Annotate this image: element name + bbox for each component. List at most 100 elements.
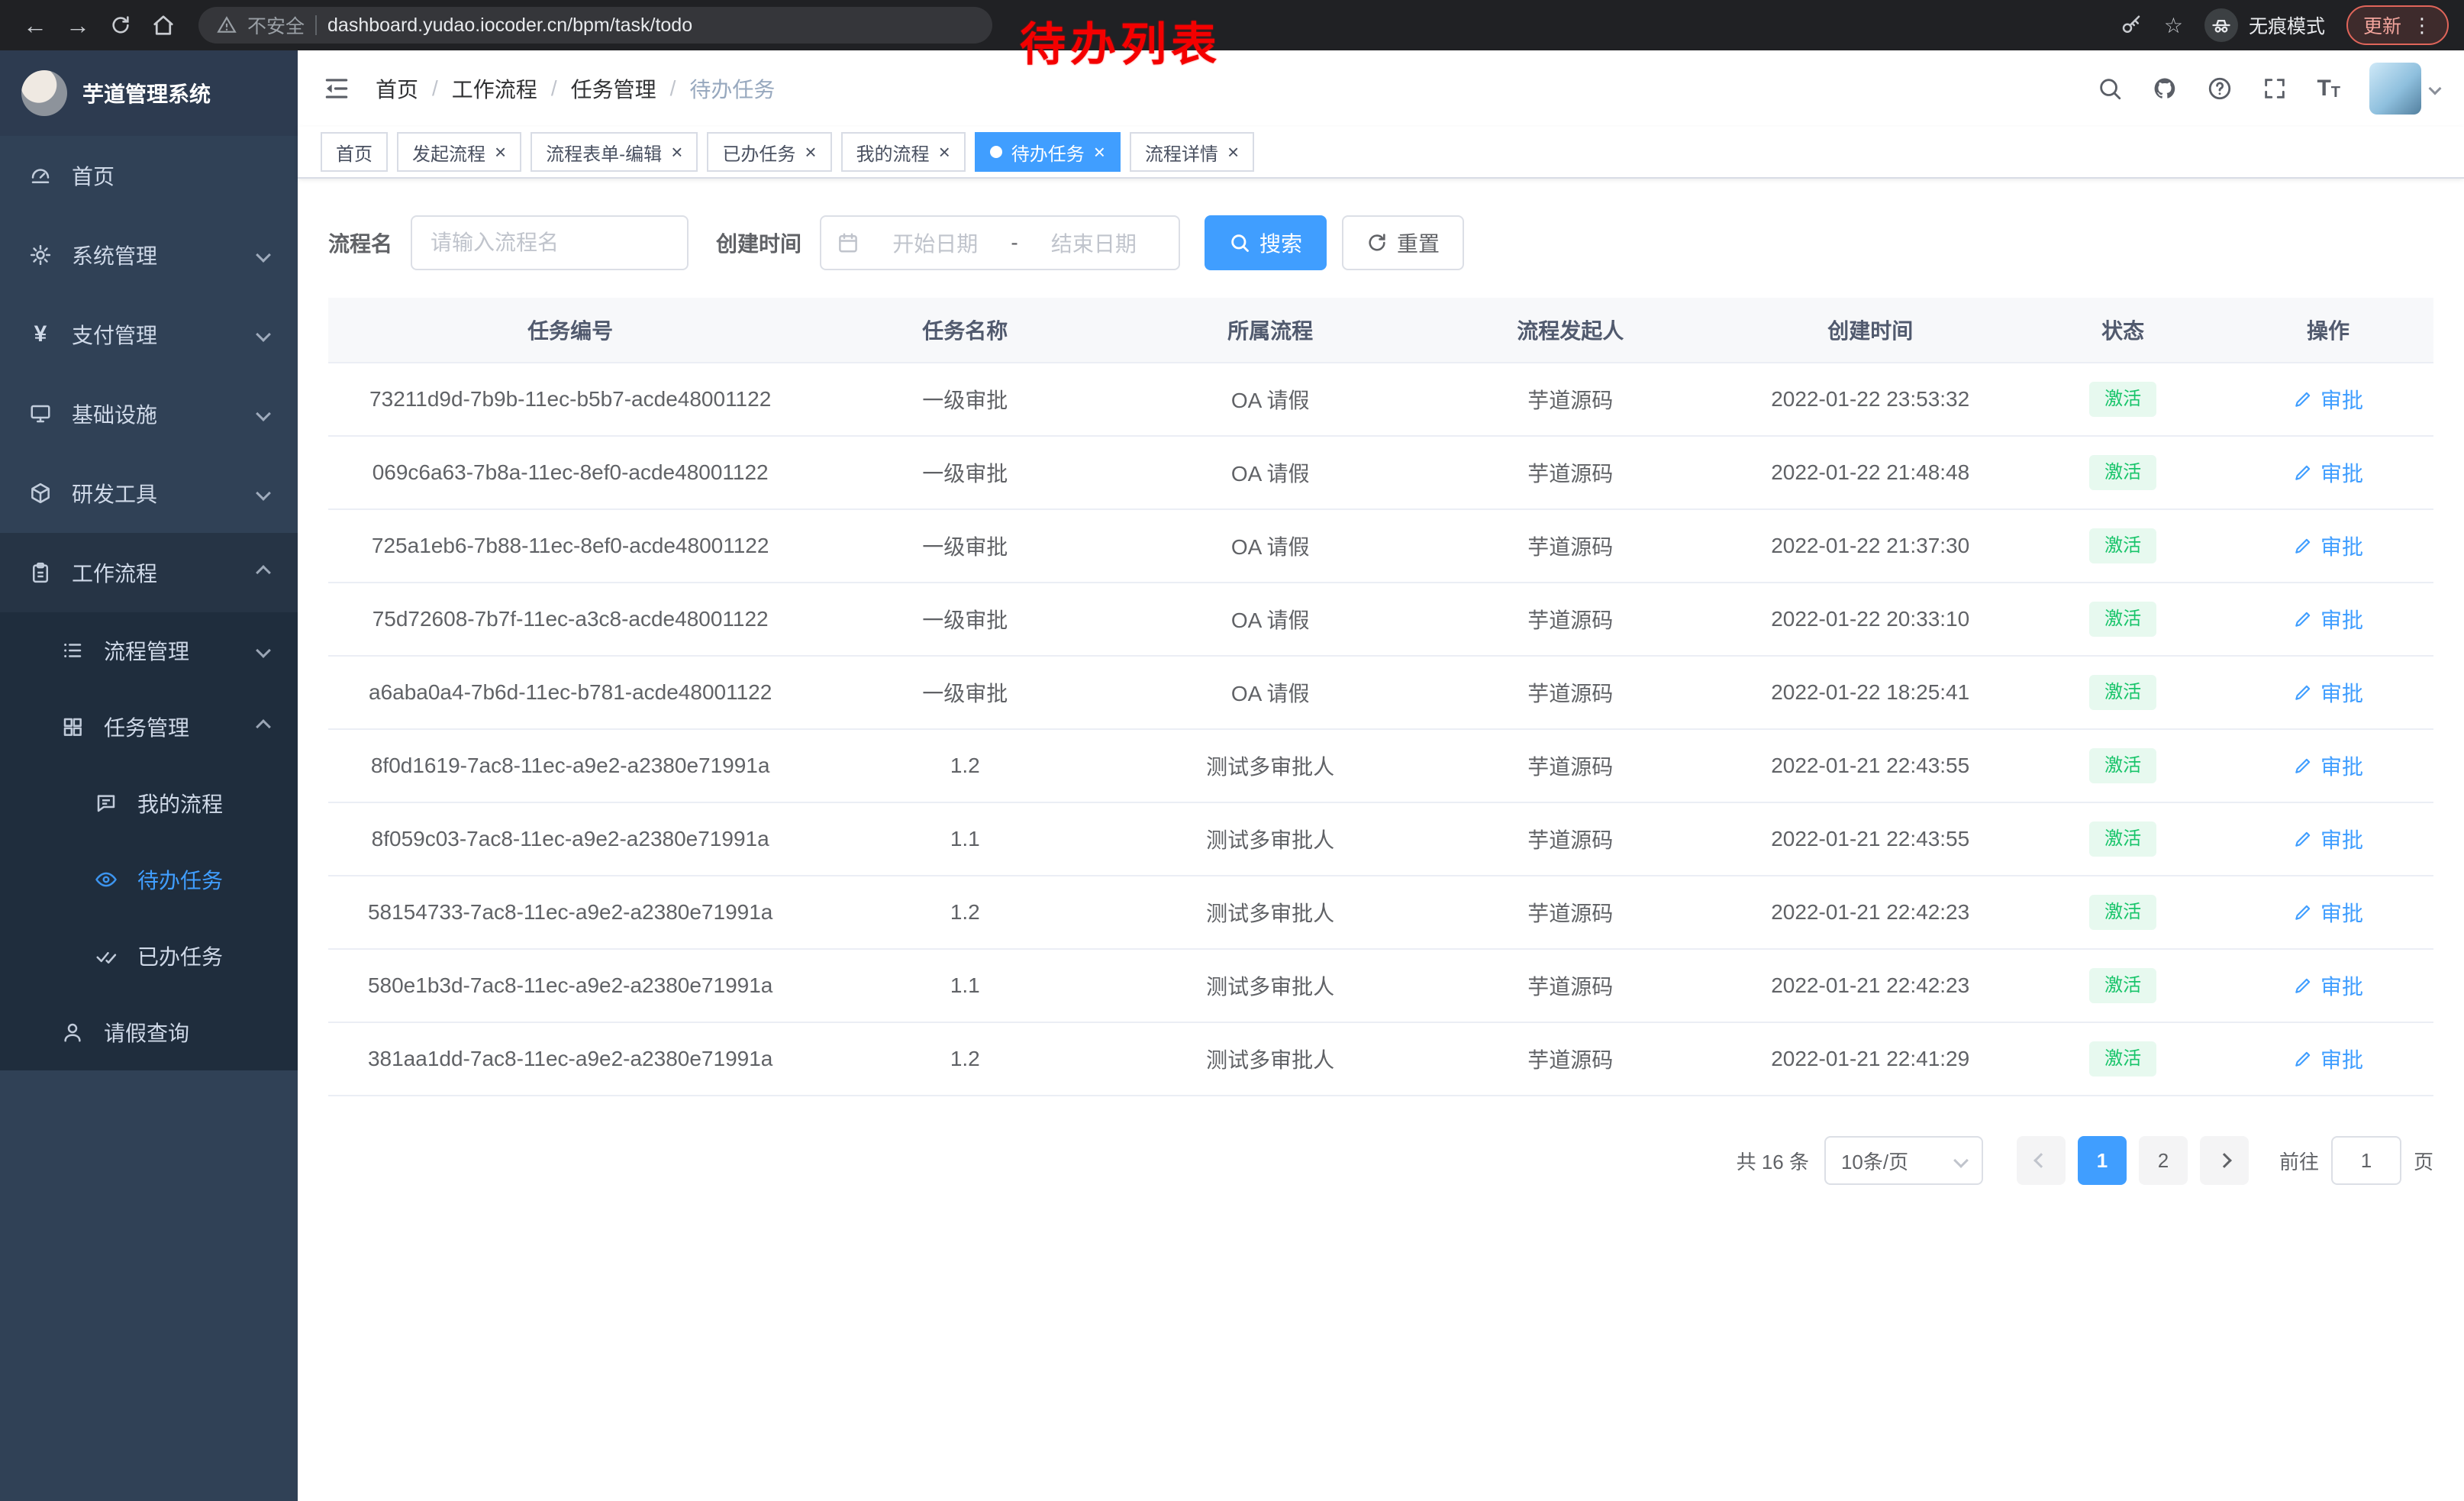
edit-pen-icon	[2293, 463, 2313, 483]
approve-link-label: 审批	[2320, 750, 2363, 781]
search-icon[interactable]	[2097, 76, 2123, 102]
sidebar-item-label: 已办任务	[137, 941, 223, 971]
sidebar-toggle-button[interactable]	[322, 74, 351, 103]
task-name-cell: 一级审批	[812, 604, 1118, 634]
create-time-cell: 2022-01-21 22:43:55	[1717, 827, 2023, 851]
screen: ← → 不安全 dashboard.yudao.iocoder.cn/bpm/t…	[0, 0, 2464, 1501]
font-size-icon[interactable]: TT	[2317, 77, 2340, 100]
prev-page-button[interactable]	[2017, 1136, 2066, 1185]
sidebar-item-leave-query[interactable]: 请假查询	[0, 994, 298, 1070]
url-text: dashboard.yudao.iocoder.cn/bpm/task/todo	[327, 15, 692, 37]
font-size-small-glyph: T	[2331, 85, 2340, 100]
security-warning-icon[interactable]	[217, 15, 237, 35]
page-size-select[interactable]: 10条/页	[1824, 1136, 1983, 1185]
action-cell: 审批	[2223, 824, 2433, 854]
browser-home-button[interactable]	[144, 5, 183, 45]
breadcrumb-home[interactable]: 首页	[376, 73, 418, 104]
fullscreen-icon[interactable]	[2262, 76, 2288, 102]
navbar-right: TT	[2097, 63, 2440, 115]
approve-link[interactable]: 审批	[2293, 604, 2363, 634]
next-page-button[interactable]	[2200, 1136, 2249, 1185]
breadcrumb-separator: /	[432, 76, 438, 101]
approve-link[interactable]: 审批	[2293, 970, 2363, 1001]
process-name-input[interactable]	[411, 215, 689, 270]
table-row: 069c6a63-7b8a-11ec-8ef0-acde48001122 一级审…	[328, 437, 2433, 510]
approve-link[interactable]: 审批	[2293, 457, 2363, 488]
bookmark-star-icon[interactable]: ☆	[2164, 13, 2183, 38]
sidebar-item-workflow[interactable]: 工作流程	[0, 533, 298, 612]
page-button-1[interactable]: 1	[2078, 1136, 2127, 1185]
approve-link[interactable]: 审批	[2293, 677, 2363, 708]
browser-back-button[interactable]: ←	[15, 5, 55, 45]
status-cell: 激活	[2023, 602, 2223, 637]
status-cell: 激活	[2023, 455, 2223, 490]
sidebar-item-system[interactable]: 系统管理	[0, 215, 298, 295]
approve-link[interactable]: 审批	[2293, 897, 2363, 928]
approve-link-label: 审批	[2320, 824, 2363, 854]
tab-process-detail[interactable]: 流程详情 ×	[1130, 132, 1254, 172]
incognito-badge: 无痕模式	[2204, 8, 2325, 42]
browser-forward-button[interactable]: →	[58, 5, 98, 45]
breadcrumb-separator: /	[670, 76, 676, 101]
address-bar[interactable]: 不安全 dashboard.yudao.iocoder.cn/bpm/task/…	[198, 7, 992, 44]
tab-home[interactable]: 首页	[321, 132, 388, 172]
app-logo[interactable]: 芋道管理系统	[0, 50, 298, 136]
sidebar-item-infrastructure[interactable]: 基础设施	[0, 374, 298, 454]
chevron-down-icon	[256, 247, 271, 263]
column-header-create-time: 创建时间	[1717, 315, 2023, 345]
column-header-process: 所属流程	[1118, 315, 1423, 345]
tab-start-process[interactable]: 发起流程 ×	[397, 132, 521, 172]
tab-my-process[interactable]: 我的流程 ×	[841, 132, 966, 172]
sidebar-item-payment[interactable]: ¥ 支付管理	[0, 295, 298, 374]
password-key-icon[interactable]	[2120, 14, 2143, 37]
tab-todo-tasks[interactable]: 待办任务 ×	[975, 132, 1121, 172]
tab-process-form-edit[interactable]: 流程表单-编辑 ×	[531, 132, 698, 172]
status-badge: 激活	[2089, 382, 2156, 417]
tab-label: 流程详情	[1145, 139, 1218, 166]
process-cell: 测试多审批人	[1118, 970, 1423, 1001]
main-panel: 首页 / 工作流程 / 任务管理 / 待办任务	[298, 50, 2464, 1501]
breadcrumb-task-mgmt[interactable]: 任务管理	[571, 73, 656, 104]
goto-page-input[interactable]	[2331, 1136, 2401, 1185]
approve-link-label: 审批	[2320, 897, 2363, 928]
page-button-2[interactable]: 2	[2139, 1136, 2188, 1185]
github-icon[interactable]	[2152, 76, 2178, 102]
home-icon	[152, 14, 175, 37]
process-cell: 测试多审批人	[1118, 750, 1423, 781]
close-icon[interactable]: ×	[805, 142, 816, 162]
search-icon	[1229, 232, 1250, 253]
browser-menu-icon[interactable]: ⋮	[2412, 14, 2432, 37]
search-button[interactable]: 搜索	[1205, 215, 1327, 270]
task-id-cell: 75d72608-7b7f-11ec-a3c8-acde48001122	[328, 607, 812, 631]
sidebar-item-todo-tasks[interactable]: 待办任务	[0, 841, 298, 918]
close-icon[interactable]: ×	[671, 142, 682, 162]
browser-reload-button[interactable]	[101, 5, 140, 45]
approve-link[interactable]: 审批	[2293, 750, 2363, 781]
sidebar-item-home[interactable]: 首页	[0, 136, 298, 215]
browser-update-button[interactable]: 更新 ⋮	[2346, 5, 2449, 45]
help-icon[interactable]	[2207, 76, 2233, 102]
close-icon[interactable]: ×	[939, 142, 950, 162]
approve-link[interactable]: 审批	[2293, 384, 2363, 415]
security-label: 不安全	[247, 11, 305, 39]
breadcrumb-workflow[interactable]: 工作流程	[452, 73, 537, 104]
starter-cell: 芋道源码	[1423, 824, 1717, 854]
reset-button[interactable]: 重置	[1342, 215, 1464, 270]
date-range-picker[interactable]: 开始日期 - 结束日期	[820, 215, 1180, 270]
action-cell: 审批	[2223, 384, 2433, 415]
sidebar-item-my-process[interactable]: 我的流程	[0, 765, 298, 841]
tab-done-tasks[interactable]: 已办任务 ×	[707, 132, 831, 172]
sidebar-item-devtools[interactable]: 研发工具	[0, 454, 298, 533]
close-icon[interactable]: ×	[495, 142, 506, 162]
close-icon[interactable]: ×	[1227, 142, 1239, 162]
approve-link[interactable]: 审批	[2293, 531, 2363, 561]
approve-link[interactable]: 审批	[2293, 1044, 2363, 1074]
close-icon[interactable]: ×	[1094, 142, 1105, 162]
status-badge: 激活	[2089, 528, 2156, 563]
sidebar-item-task-mgmt[interactable]: 任务管理	[0, 689, 298, 765]
approve-link[interactable]: 审批	[2293, 824, 2363, 854]
user-icon	[61, 1021, 84, 1044]
sidebar-item-done-tasks[interactable]: 已办任务	[0, 918, 298, 994]
sidebar-item-process-mgmt[interactable]: 流程管理	[0, 612, 298, 689]
user-avatar-menu[interactable]	[2369, 63, 2440, 115]
